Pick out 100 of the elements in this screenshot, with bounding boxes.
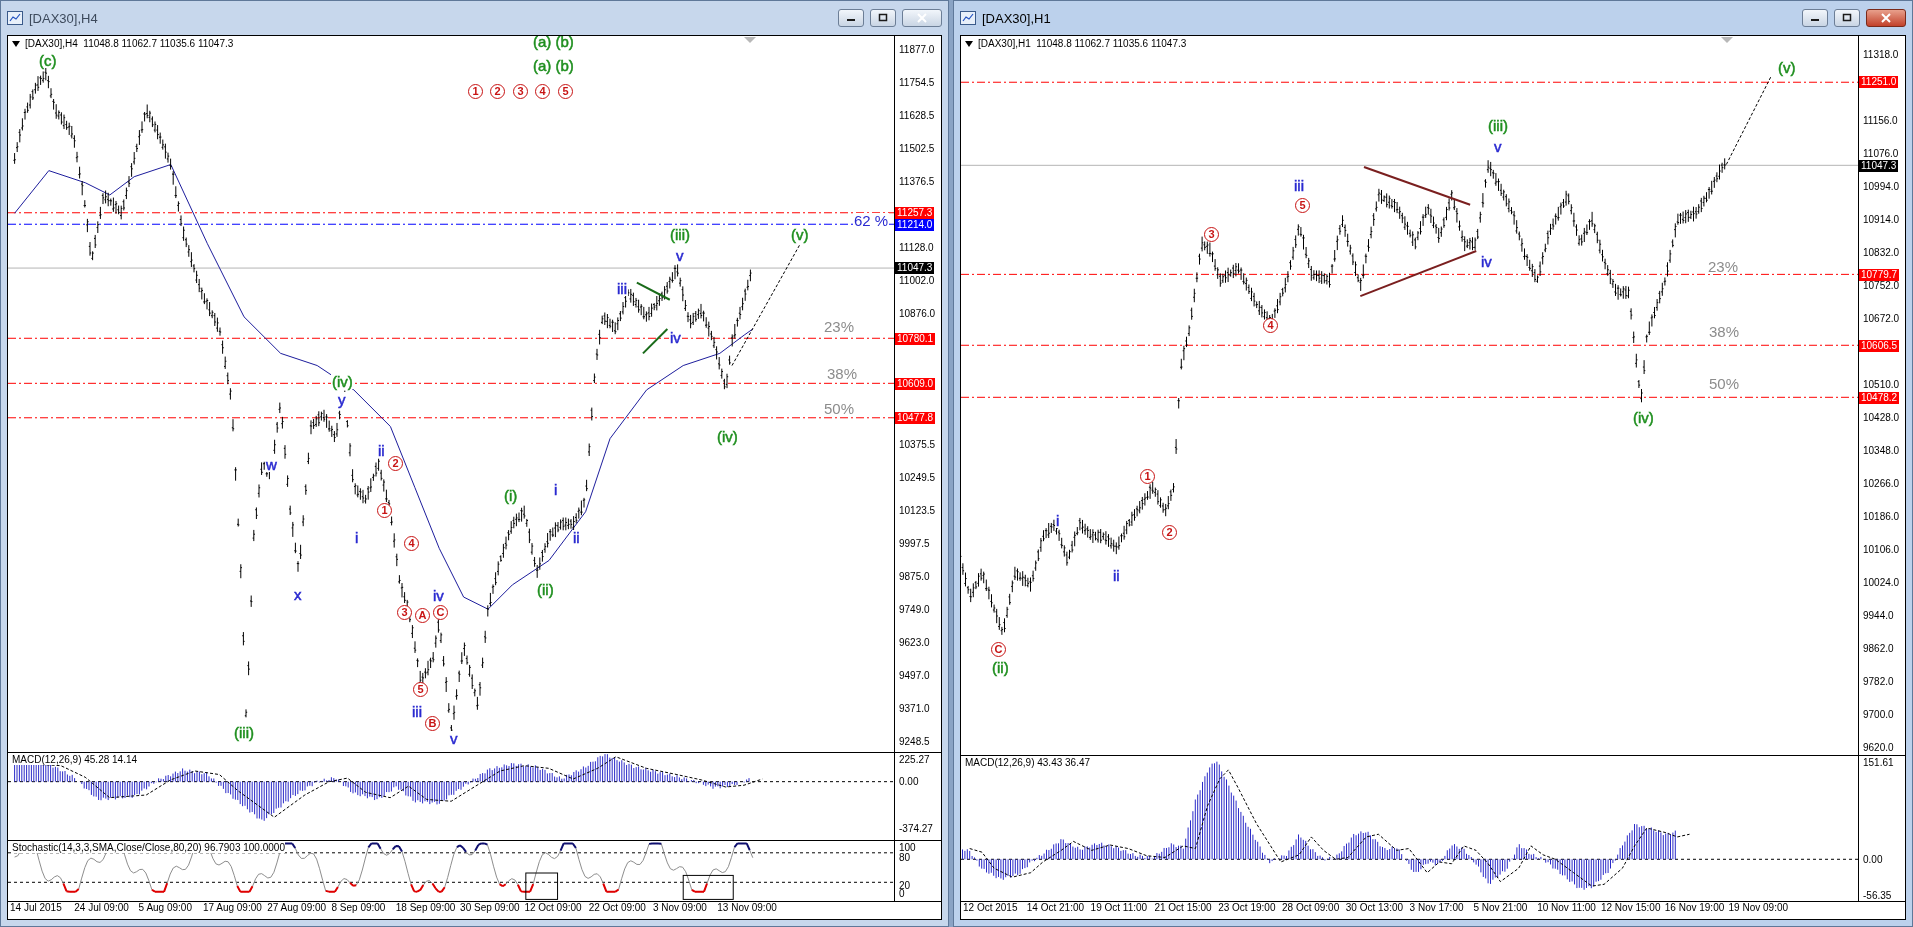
minimize-button[interactable] [1802,9,1828,27]
price-axis-label: 11076.0 [1863,148,1899,160]
price-axis-label: 10348.0 [1863,445,1900,457]
fibonacci-label: 50% [1708,376,1741,391]
close-button[interactable] [1866,9,1906,27]
time-axis-label: 18 Sep 09:00 [395,902,457,915]
price-axis-label: 11128.0 [899,242,934,254]
price-axis-label: 9944.0 [1863,610,1894,622]
price-level-tag: 10478.2 [1859,391,1900,404]
current-price-tag: 11047.3 [895,262,935,275]
wave-label: i [1055,513,1061,528]
wave-label: iv [432,588,445,603]
window-title: [DAX30],H1 [982,10,1052,26]
restore-icon [877,13,889,23]
time-axis-label: 12 Oct 09:00 [524,902,583,915]
circled-wave-label: 5 [413,682,428,697]
window-title: [DAX30],H4 [29,10,99,26]
scroll-marker-icon [744,37,756,43]
wave-label: iii [411,704,423,719]
time-axis-label: 19 Oct 11:00 [1090,902,1149,915]
price-axis-label: 11318.0 [1863,49,1899,61]
time-axis-label: 21 Oct 15:00 [1154,902,1213,915]
indicator-axis-label: 0.00 [1863,854,1883,866]
indicator-label: MACD(12,26,9) 43.43 36.47 [965,757,1091,768]
indicator-axis-label: 225.27 [899,754,930,766]
fibonacci-label: 38% [1708,324,1741,339]
time-axis-label: 12 Nov 15:00 [1600,902,1662,915]
price-axis-label: 11502.5 [899,143,935,155]
wave-label: iii [1293,178,1305,193]
indicator-axis-label: -374.27 [899,823,933,835]
price-level-tag: 10779.7 [1859,268,1900,281]
price-axis-label: 10106.0 [1863,544,1900,556]
restore-button[interactable] [1834,9,1860,27]
price-axis-label: 9248.5 [899,736,930,748]
wave-label: (a) (b) [532,58,575,73]
circled-wave-label: 4 [1263,318,1278,333]
wave-label: iv [669,330,682,345]
close-icon [1880,13,1892,23]
time-axis-label: 5 Aug 09:00 [138,902,193,915]
fibonacci-label: 38% [826,366,859,381]
price-axis-label: 11156.0 [1863,115,1898,127]
indicator-axis-label: 20 [899,880,911,891]
wave-label: (ii) [536,582,555,597]
restore-icon [1841,13,1853,23]
time-axis-label: 16 Nov 19:00 [1664,902,1726,915]
wave-label: iii [616,281,628,296]
price-axis-label: 10510.0 [1863,379,1900,391]
price-axis-label: 9623.0 [899,637,930,649]
price-axis-label: 10672.0 [1863,313,1900,325]
wave-label: (iii) [669,227,691,242]
price-axis-label: 10752.0 [1863,280,1900,292]
dropdown-triangle-icon [12,40,20,47]
circled-wave-label: 5 [1295,198,1310,213]
wave-label: (iv) [1632,410,1655,425]
wave-label: (v) [790,227,810,242]
chart-symbol-info: [DAX30],H1 11048.8 11062.7 11035.6 11047.3 [978,38,1187,49]
scroll-marker-icon [1721,37,1733,43]
circled-wave-label: A [415,608,430,623]
indicator-axis-label: 151.61 [1863,757,1894,769]
time-axis-label: 23 Oct 19:00 [1218,902,1277,915]
trend-line [641,328,669,355]
price-level-tag: 10606.5 [1859,339,1900,352]
price-axis-label: 9749.0 [899,604,930,616]
price-axis-label: 10832.0 [1863,247,1900,259]
wave-label: iv [1480,254,1493,269]
time-axis-label: 19 Nov 09:00 [1728,902,1790,915]
time-axis-label: 12 Oct 2015 [963,902,1019,915]
price-axis-label: 9620.0 [1863,742,1894,754]
price-level-tag: 10609.0 [895,377,936,390]
time-axis-label: 17 Aug 09:00 [202,902,263,915]
circled-wave-label: C [433,605,448,620]
price-axis-label: 10375.5 [899,439,936,451]
wave-label: (ii) [991,660,1010,675]
price-level-tag: 11257.3 [895,207,935,219]
time-axis-label: 8 Sep 09:00 [331,902,387,915]
time-axis-label: 22 Oct 09:00 [588,902,647,915]
time-axis-label: 28 Oct 09:00 [1282,902,1341,915]
time-axis-label: 3 Nov 09:00 [652,902,708,915]
time-axis-label: 30 Oct 13:00 [1345,902,1405,915]
circled-wave-label: C [991,642,1006,657]
circled-wave-label: 2 [1162,525,1177,540]
price-axis-label: 10428.0 [1863,412,1900,424]
wave-label: i [553,482,559,497]
price-axis-label: 11877.0 [899,44,935,56]
indicator-axis-label: 0 [899,888,905,900]
wave-label: ii [572,530,581,545]
fibonacci-label: 23% [823,319,856,334]
circled-wave-label: 1 [1140,469,1155,484]
chart-symbol-info: [DAX30],H4 11048.8 11062.7 11035.6 11047.3 [25,38,234,49]
price-axis-label: 9371.0 [899,703,930,715]
dropdown-triangle-icon [965,40,973,47]
price-axis-label: 10024.0 [1863,577,1900,589]
time-axis-label: 3 Nov 17:00 [1409,902,1465,915]
indicator-axis-label: 0.00 [899,776,919,788]
wave-label: (iv) [716,429,739,444]
indicator-label: MACD(12,26,9) 45.28 14.14 [12,754,138,765]
price-axis-label: 10266.0 [1863,478,1900,490]
price-level-tag: 11251.0 [1859,76,1899,89]
circled-wave-label: 3 [513,84,528,99]
price-axis-label: 10994.0 [1863,181,1900,193]
